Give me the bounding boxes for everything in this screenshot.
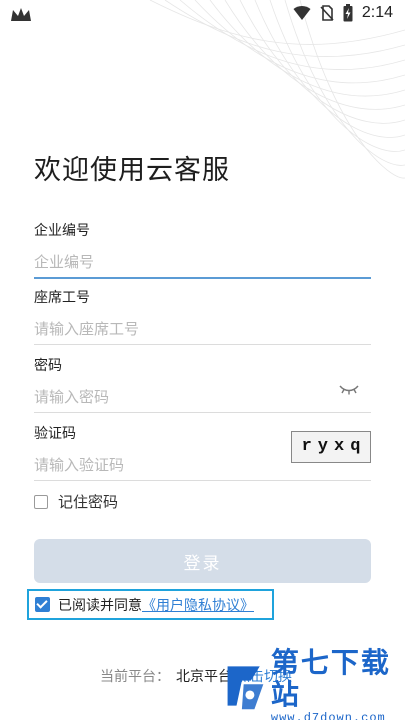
platform-prefix: 当前平台： — [100, 669, 170, 685]
watermark-title: 第七下载站 — [270, 646, 391, 711]
remember-checkbox[interactable] — [34, 494, 48, 509]
password-label: 密码 — [34, 358, 62, 374]
company-field: 企业编号 — [34, 220, 371, 279]
password-input[interactable] — [34, 384, 371, 410]
agreement-checkbox[interactable] — [35, 597, 50, 612]
seat-input[interactable] — [34, 316, 371, 342]
wifi-icon — [293, 6, 311, 20]
captcha-image[interactable]: ryxq — [291, 431, 371, 463]
captcha-underline — [34, 480, 371, 481]
password-underline — [34, 412, 371, 413]
seat-field: 座席工号 — [34, 287, 371, 345]
remember-password[interactable]: 记住密码 — [34, 491, 118, 512]
watermark-logo-icon — [227, 666, 264, 710]
company-underline — [34, 277, 371, 279]
watermark-url: www.d7down.com — [270, 711, 386, 720]
no-sim-icon — [320, 5, 334, 21]
captcha-field: 验证码 ryxq — [34, 423, 371, 481]
watermark: 第七下载站 www.d7down.com — [224, 647, 405, 720]
captcha-input[interactable] — [34, 452, 274, 478]
remember-label: 记住密码 — [58, 493, 119, 511]
battery-charging-icon — [343, 4, 353, 22]
seat-label: 座席工号 — [34, 290, 90, 306]
crown-icon — [11, 8, 31, 21]
status-bar: 2:14 — [0, 0, 405, 30]
login-button[interactable]: 登录 — [34, 539, 371, 583]
agreement-row: 已阅读并同意 《用户隐私协议》 — [27, 589, 274, 620]
seat-underline — [34, 344, 371, 345]
privacy-policy-link[interactable]: 《用户隐私协议》 — [142, 595, 254, 615]
page-title: 欢迎使用云客服 — [34, 155, 230, 186]
company-input[interactable] — [34, 249, 371, 275]
agreement-text: 已阅读并同意 — [58, 597, 142, 614]
company-label: 企业编号 — [34, 223, 90, 239]
password-field: 密码 — [34, 355, 371, 413]
status-time: 2:14 — [361, 4, 393, 21]
eye-closed-icon[interactable] — [339, 383, 359, 395]
